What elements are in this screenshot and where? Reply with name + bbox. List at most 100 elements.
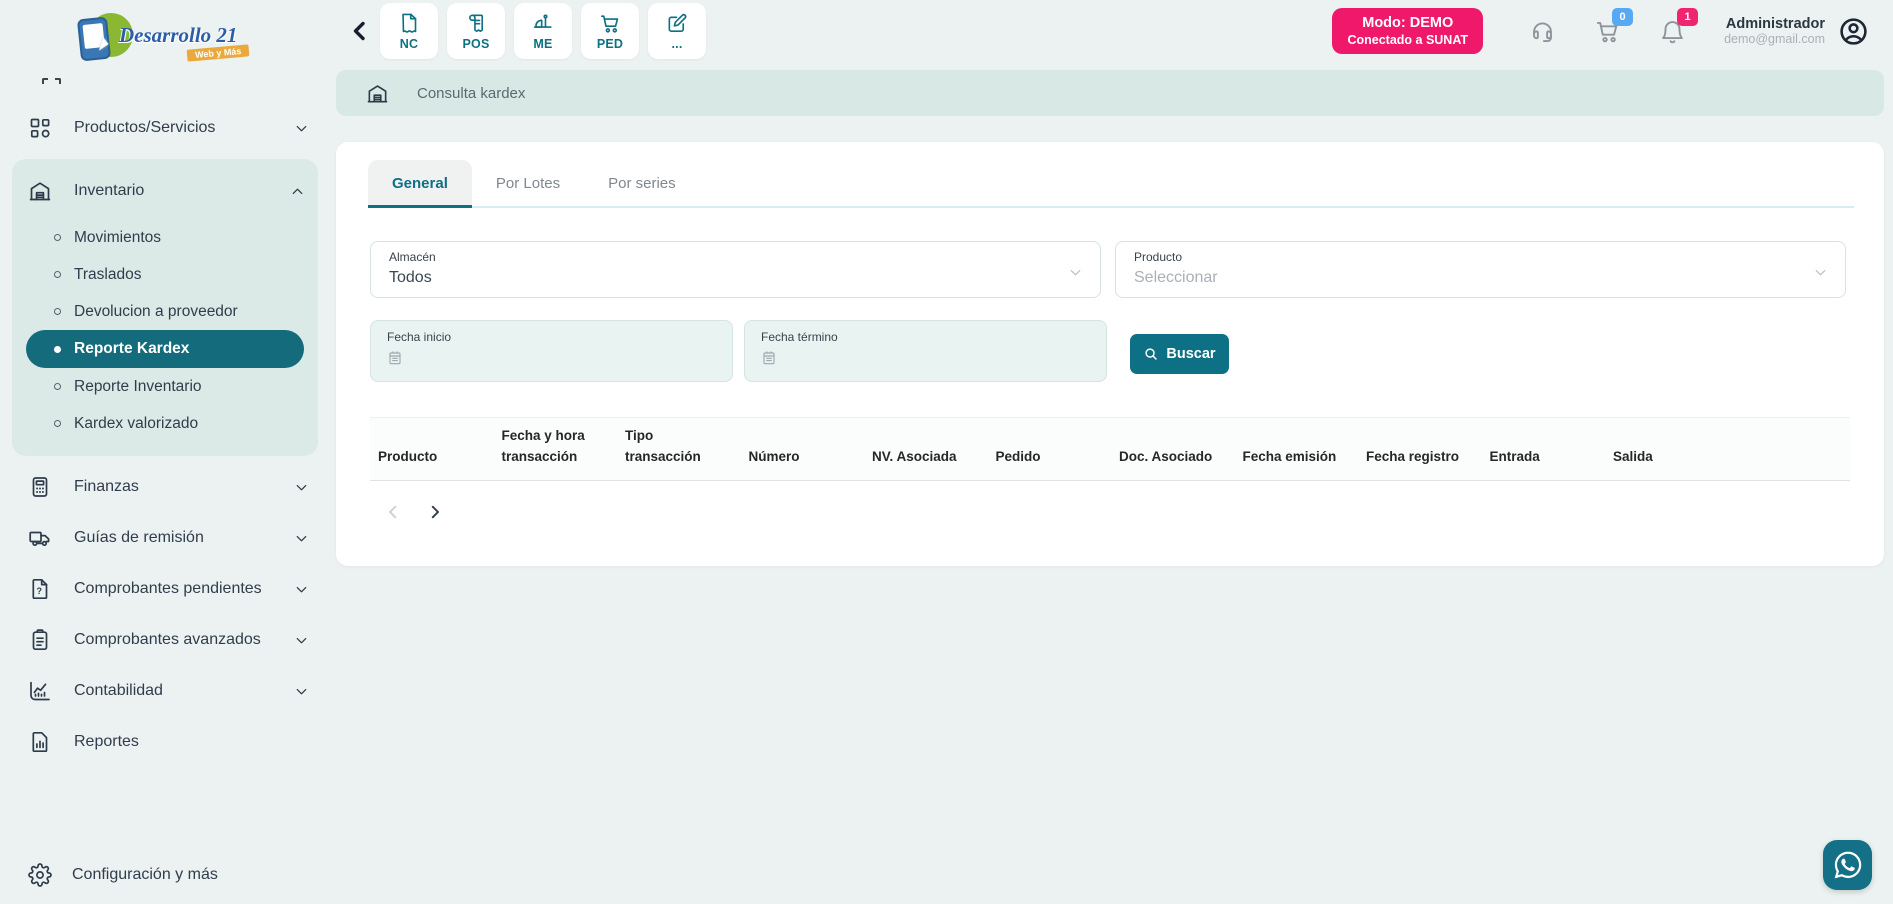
sidebar-collapse-button[interactable]	[348, 19, 372, 43]
column-header-pedido: Pedido	[988, 447, 1112, 468]
column-header-fecha-registro: Fecha registro	[1358, 447, 1482, 468]
avatar-button[interactable]	[1838, 16, 1869, 47]
user-menu[interactable]: Administrador demo@gmail.com	[1724, 16, 1825, 46]
almacen-value: Todos	[389, 269, 1082, 287]
sidebar-group-inventario: Inventario Movimientos Traslados Devoluc…	[12, 159, 318, 456]
user-email: demo@gmail.com	[1724, 32, 1825, 46]
chevron-down-icon	[293, 632, 310, 649]
sidebar-item-reportes[interactable]: Reportes	[0, 719, 330, 765]
sidebar-subitem-label: Devolucion a proveedor	[74, 303, 238, 321]
sidebar-item-reporte-kardex[interactable]: Reporte Kardex	[26, 330, 304, 368]
sidebar-item-kardex-valorizado[interactable]: Kardex valorizado	[12, 405, 318, 442]
sidebar-item-comprobantes-avanzados[interactable]: Comprobantes avanzados	[0, 617, 330, 663]
filters: Almacén Todos Producto Seleccionar Fecha…	[336, 208, 1884, 382]
sidebar-item-guias-de-remision[interactable]: Guías de remisión	[0, 515, 330, 561]
sidebar-item-reporte-inventario[interactable]: Reporte Inventario	[12, 368, 318, 405]
column-header-nv-asociada: NV. Asociada	[864, 447, 988, 468]
sidebar: Desarrollo 21 Web y Más Productos/Servic…	[0, 0, 330, 904]
column-header-fecha-emision: Fecha emisión	[1235, 447, 1359, 468]
page-title: Consulta kardex	[417, 85, 525, 102]
shortcut-ped-button[interactable]: PED	[581, 3, 639, 59]
bullet-icon	[54, 308, 61, 315]
sidebar-item-traslados[interactable]: Traslados	[12, 256, 318, 293]
sidebar-item-label: Reportes	[74, 733, 310, 751]
calculator-icon	[28, 475, 52, 499]
user-name: Administrador	[1724, 16, 1825, 32]
chevron-right-icon	[426, 503, 444, 521]
pagination-next-button[interactable]	[426, 503, 444, 521]
chevron-left-icon	[384, 503, 402, 521]
sidebar-item-movimientos[interactable]: Movimientos	[12, 219, 318, 256]
doc-question-icon: ?	[28, 577, 52, 601]
shortcut-me-button[interactable]: ME	[514, 3, 572, 59]
cart-icon	[598, 12, 622, 35]
filter-row-1: Almacén Todos Producto Seleccionar	[370, 241, 1846, 298]
sidebar-item-finanzas[interactable]: Finanzas	[0, 464, 330, 510]
edit-icon	[665, 12, 689, 35]
notifications-button[interactable]: 1	[1659, 18, 1686, 45]
column-header-producto: Producto	[370, 447, 494, 468]
main-area: NC POS ME PED ... Modo: DEMO Conectado a…	[330, 0, 1893, 904]
doc-chart-icon	[28, 730, 52, 754]
chevron-down-icon	[293, 581, 310, 598]
sidebar-item-contabilidad[interactable]: Contabilidad	[0, 668, 330, 714]
svg-text:?: ?	[37, 586, 43, 596]
notification-count-badge: 1	[1677, 8, 1698, 26]
fecha-inicio-field[interactable]: Fecha inicio	[370, 320, 733, 382]
sidebar-item-inventario[interactable]: Inventario	[12, 168, 318, 214]
sidebar-item-devolucion-a-proveedor[interactable]: Devolucion a proveedor	[12, 293, 318, 330]
sidebar-item-label: Inventario	[74, 182, 289, 200]
demo-mode-badge[interactable]: Modo: DEMO Conectado a SUNAT	[1332, 8, 1483, 54]
sidebar-item-label: Finanzas	[74, 478, 293, 496]
cart-button[interactable]: 0	[1594, 18, 1621, 45]
almacen-select[interactable]: Almacén Todos	[370, 241, 1101, 298]
shortcut-label: POS	[463, 37, 490, 51]
bullet-icon	[54, 420, 61, 427]
tab-por-lotes[interactable]: Por Lotes	[472, 160, 584, 206]
shortcut-nc-button[interactable]: NC	[380, 3, 438, 59]
doc-icon	[397, 12, 421, 35]
column-header-doc-asociado: Doc. Asociado	[1111, 447, 1235, 468]
grid-icon	[28, 116, 52, 140]
chart-icon	[28, 679, 52, 703]
cart-count-badge: 0	[1612, 8, 1633, 26]
sidebar-subitem-label: Reporte Kardex	[74, 340, 189, 358]
shortcut-more-button[interactable]: ...	[648, 3, 706, 59]
warehouse-icon	[28, 179, 52, 203]
kardex-panel: GeneralPor LotesPor series Almacén Todos…	[336, 142, 1884, 566]
pagination-prev-button[interactable]	[384, 503, 402, 521]
chevron-down-icon	[1067, 264, 1084, 281]
tab-general[interactable]: General	[368, 160, 472, 206]
buscar-label: Buscar	[1166, 346, 1215, 362]
filter-row-2: Fecha inicio Fecha término Buscar	[370, 320, 1846, 382]
kardex-tabs: GeneralPor LotesPor series	[368, 160, 1854, 208]
whatsapp-fab-button[interactable]	[1823, 840, 1872, 890]
producto-select[interactable]: Producto Seleccionar	[1115, 241, 1846, 298]
sidebar-subitem-label: Reporte Inventario	[74, 378, 202, 396]
chevron-down-icon	[293, 530, 310, 547]
fecha-termino-field[interactable]: Fecha término	[744, 320, 1107, 382]
sidebar-subitem-label: Traslados	[74, 266, 141, 284]
chevron-down-icon	[293, 120, 310, 137]
buscar-button[interactable]: Buscar	[1130, 334, 1229, 374]
sidebar-item-configuracion-y-mas[interactable]: Configuración y más	[0, 846, 330, 904]
shortcut-pos-button[interactable]: POS	[447, 3, 505, 59]
sidebar-footer-label: Configuración y más	[72, 866, 218, 884]
demo-mode-line1: Modo: DEMO	[1347, 15, 1468, 31]
app-logo[interactable]: Desarrollo 21 Web y Más	[65, 12, 265, 68]
support-headset-button[interactable]	[1529, 18, 1556, 45]
pagination	[384, 503, 1884, 521]
tab-por-series[interactable]: Por series	[584, 160, 700, 206]
fecha-termino-label: Fecha término	[761, 330, 1090, 344]
column-header-entrada: Entrada	[1482, 447, 1606, 468]
column-header-salida: Salida	[1605, 447, 1850, 468]
demo-mode-line2: Conectado a SUNAT	[1347, 33, 1468, 47]
sidebar-menu: Productos/Servicios Inventario Movimient…	[0, 100, 330, 846]
sidebar-item-productos-servicios[interactable]: Productos/Servicios	[0, 105, 330, 151]
sidebar-item-comprobantes-pendientes[interactable]: ? Comprobantes pendientes	[0, 566, 330, 612]
sidebar-item-label: Comprobantes avanzados	[74, 631, 293, 649]
logo-title: Desarrollo 21	[119, 23, 237, 48]
producto-label: Producto	[1134, 250, 1827, 264]
headset-icon	[1529, 18, 1556, 45]
bullet-icon	[54, 271, 61, 278]
